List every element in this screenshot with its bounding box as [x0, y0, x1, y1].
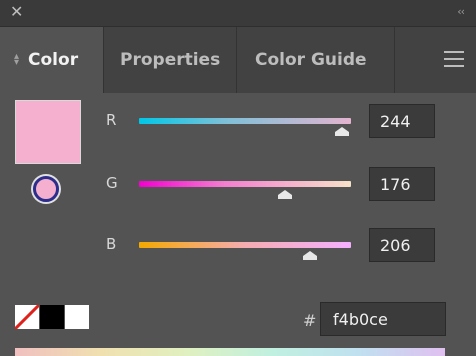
- channel-label-r: R: [106, 111, 117, 129]
- tab-label: Properties: [120, 50, 221, 70]
- none-swatch[interactable]: [15, 305, 39, 329]
- hamburger-menu-icon[interactable]: [444, 51, 464, 72]
- value-field-g[interactable]: 176: [369, 167, 435, 201]
- slider-b[interactable]: [139, 242, 351, 248]
- black-swatch[interactable]: [40, 305, 64, 329]
- hex-field[interactable]: f4b0ce: [320, 302, 446, 336]
- tab-properties[interactable]: Properties: [104, 27, 237, 93]
- channel-label-b: B: [106, 235, 117, 253]
- slider-thumb-r[interactable]: [334, 127, 349, 136]
- panel-titlebar: ✕ ‹‹: [0, 0, 476, 26]
- tab-label: Color: [28, 50, 79, 70]
- color-spectrum-bar[interactable]: [15, 348, 445, 356]
- slider-thumb-g[interactable]: [278, 190, 293, 199]
- tab-label: Color Guide: [255, 50, 367, 70]
- channel-label-g: G: [106, 174, 118, 192]
- slider-thumb-b[interactable]: [303, 251, 318, 260]
- value-field-r[interactable]: 244: [369, 104, 435, 138]
- close-icon[interactable]: ✕: [10, 3, 23, 21]
- white-swatch[interactable]: [65, 305, 89, 329]
- fill-color-swatch[interactable]: [15, 100, 81, 164]
- tab-bar: ▴ ▾ Color Properties Color Guide: [0, 26, 476, 93]
- stroke-color-swatch[interactable]: [33, 176, 59, 202]
- tab-reorder-icon: ▴ ▾: [14, 51, 20, 68]
- slider-r[interactable]: [139, 118, 351, 124]
- double-chevron-left-icon[interactable]: ‹‹: [457, 5, 465, 18]
- slider-g[interactable]: [139, 181, 351, 187]
- hex-hash-label: #: [303, 311, 317, 330]
- tab-color[interactable]: ▴ ▾ Color: [0, 27, 104, 93]
- tab-color-guide[interactable]: Color Guide: [237, 27, 395, 93]
- value-field-b[interactable]: 206: [369, 228, 435, 262]
